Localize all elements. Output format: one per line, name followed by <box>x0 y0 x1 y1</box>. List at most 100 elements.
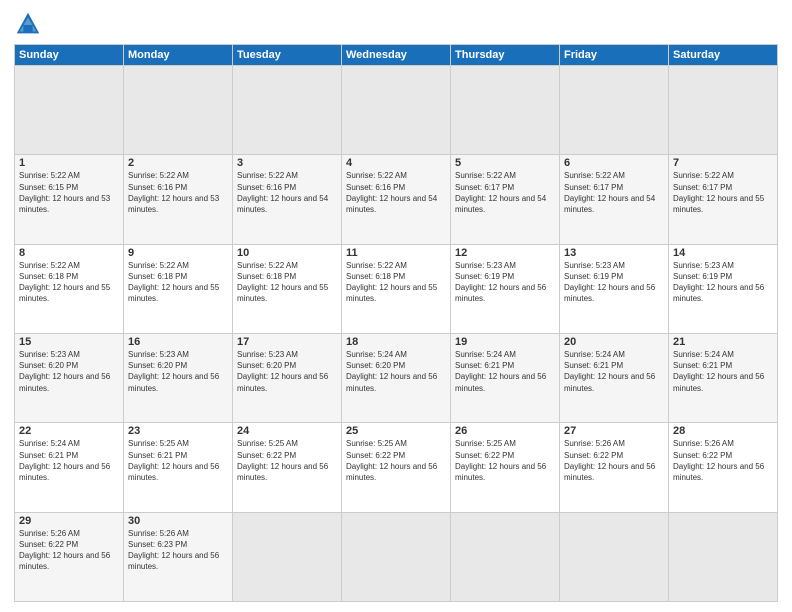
column-header-wednesday: Wednesday <box>342 45 451 66</box>
day-info: Sunrise: 5:24 AMSunset: 6:21 PMDaylight:… <box>673 350 764 393</box>
day-info: Sunrise: 5:26 AMSunset: 6:22 PMDaylight:… <box>564 439 655 482</box>
calendar-cell <box>342 66 451 155</box>
calendar-cell: 24 Sunrise: 5:25 AMSunset: 6:22 PMDaylig… <box>233 423 342 512</box>
calendar-cell: 8 Sunrise: 5:22 AMSunset: 6:18 PMDayligh… <box>15 244 124 333</box>
calendar-week-row <box>15 66 778 155</box>
day-info: Sunrise: 5:22 AMSunset: 6:17 PMDaylight:… <box>455 171 546 214</box>
calendar-week-row: 29 Sunrise: 5:26 AMSunset: 6:22 PMDaylig… <box>15 512 778 601</box>
day-info: Sunrise: 5:23 AMSunset: 6:19 PMDaylight:… <box>455 261 546 304</box>
calendar-cell: 23 Sunrise: 5:25 AMSunset: 6:21 PMDaylig… <box>124 423 233 512</box>
calendar-week-row: 15 Sunrise: 5:23 AMSunset: 6:20 PMDaylig… <box>15 333 778 422</box>
calendar-cell: 20 Sunrise: 5:24 AMSunset: 6:21 PMDaylig… <box>560 333 669 422</box>
calendar-week-row: 1 Sunrise: 5:22 AMSunset: 6:15 PMDayligh… <box>15 155 778 244</box>
day-number: 15 <box>19 336 119 348</box>
day-info: Sunrise: 5:23 AMSunset: 6:20 PMDaylight:… <box>128 350 219 393</box>
day-number: 8 <box>19 247 119 259</box>
calendar-cell <box>342 512 451 601</box>
day-number: 3 <box>237 157 337 169</box>
calendar-cell <box>451 66 560 155</box>
day-info: Sunrise: 5:23 AMSunset: 6:20 PMDaylight:… <box>237 350 328 393</box>
day-number: 20 <box>564 336 664 348</box>
column-header-monday: Monday <box>124 45 233 66</box>
day-number: 5 <box>455 157 555 169</box>
day-number: 13 <box>564 247 664 259</box>
day-info: Sunrise: 5:25 AMSunset: 6:22 PMDaylight:… <box>455 439 546 482</box>
calendar-cell <box>233 66 342 155</box>
day-info: Sunrise: 5:23 AMSunset: 6:19 PMDaylight:… <box>673 261 764 304</box>
day-number: 14 <box>673 247 773 259</box>
day-info: Sunrise: 5:26 AMSunset: 6:22 PMDaylight:… <box>19 529 110 572</box>
day-info: Sunrise: 5:22 AMSunset: 6:18 PMDaylight:… <box>237 261 328 304</box>
day-info: Sunrise: 5:22 AMSunset: 6:18 PMDaylight:… <box>128 261 219 304</box>
day-number: 16 <box>128 336 228 348</box>
day-number: 27 <box>564 425 664 437</box>
day-number: 21 <box>673 336 773 348</box>
calendar-cell: 16 Sunrise: 5:23 AMSunset: 6:20 PMDaylig… <box>124 333 233 422</box>
day-number: 19 <box>455 336 555 348</box>
calendar-cell: 13 Sunrise: 5:23 AMSunset: 6:19 PMDaylig… <box>560 244 669 333</box>
calendar-cell <box>669 512 778 601</box>
calendar-week-row: 22 Sunrise: 5:24 AMSunset: 6:21 PMDaylig… <box>15 423 778 512</box>
day-info: Sunrise: 5:24 AMSunset: 6:21 PMDaylight:… <box>455 350 546 393</box>
day-number: 10 <box>237 247 337 259</box>
calendar-cell: 25 Sunrise: 5:25 AMSunset: 6:22 PMDaylig… <box>342 423 451 512</box>
calendar-cell: 28 Sunrise: 5:26 AMSunset: 6:22 PMDaylig… <box>669 423 778 512</box>
calendar-cell: 30 Sunrise: 5:26 AMSunset: 6:23 PMDaylig… <box>124 512 233 601</box>
logo <box>14 10 46 38</box>
day-info: Sunrise: 5:23 AMSunset: 6:19 PMDaylight:… <box>564 261 655 304</box>
calendar-cell: 14 Sunrise: 5:23 AMSunset: 6:19 PMDaylig… <box>669 244 778 333</box>
calendar-cell <box>669 66 778 155</box>
column-header-thursday: Thursday <box>451 45 560 66</box>
calendar-header-row: SundayMondayTuesdayWednesdayThursdayFrid… <box>15 45 778 66</box>
day-info: Sunrise: 5:22 AMSunset: 6:18 PMDaylight:… <box>346 261 437 304</box>
calendar-cell: 15 Sunrise: 5:23 AMSunset: 6:20 PMDaylig… <box>15 333 124 422</box>
calendar-cell: 21 Sunrise: 5:24 AMSunset: 6:21 PMDaylig… <box>669 333 778 422</box>
calendar-cell: 7 Sunrise: 5:22 AMSunset: 6:17 PMDayligh… <box>669 155 778 244</box>
calendar-cell: 5 Sunrise: 5:22 AMSunset: 6:17 PMDayligh… <box>451 155 560 244</box>
day-number: 1 <box>19 157 119 169</box>
day-info: Sunrise: 5:22 AMSunset: 6:16 PMDaylight:… <box>237 171 328 214</box>
day-info: Sunrise: 5:22 AMSunset: 6:16 PMDaylight:… <box>346 171 437 214</box>
column-header-friday: Friday <box>560 45 669 66</box>
day-number: 7 <box>673 157 773 169</box>
day-number: 11 <box>346 247 446 259</box>
day-number: 28 <box>673 425 773 437</box>
day-info: Sunrise: 5:25 AMSunset: 6:22 PMDaylight:… <box>346 439 437 482</box>
calendar-cell: 4 Sunrise: 5:22 AMSunset: 6:16 PMDayligh… <box>342 155 451 244</box>
day-info: Sunrise: 5:23 AMSunset: 6:20 PMDaylight:… <box>19 350 110 393</box>
calendar-cell: 2 Sunrise: 5:22 AMSunset: 6:16 PMDayligh… <box>124 155 233 244</box>
day-info: Sunrise: 5:22 AMSunset: 6:18 PMDaylight:… <box>19 261 110 304</box>
day-info: Sunrise: 5:22 AMSunset: 6:17 PMDaylight:… <box>673 171 764 214</box>
day-info: Sunrise: 5:26 AMSunset: 6:22 PMDaylight:… <box>673 439 764 482</box>
calendar-table: SundayMondayTuesdayWednesdayThursdayFrid… <box>14 44 778 602</box>
calendar-cell: 11 Sunrise: 5:22 AMSunset: 6:18 PMDaylig… <box>342 244 451 333</box>
day-info: Sunrise: 5:24 AMSunset: 6:21 PMDaylight:… <box>564 350 655 393</box>
day-info: Sunrise: 5:24 AMSunset: 6:21 PMDaylight:… <box>19 439 110 482</box>
column-header-saturday: Saturday <box>669 45 778 66</box>
day-info: Sunrise: 5:26 AMSunset: 6:23 PMDaylight:… <box>128 529 219 572</box>
day-info: Sunrise: 5:22 AMSunset: 6:17 PMDaylight:… <box>564 171 655 214</box>
day-number: 25 <box>346 425 446 437</box>
calendar-cell: 26 Sunrise: 5:25 AMSunset: 6:22 PMDaylig… <box>451 423 560 512</box>
calendar-cell <box>560 512 669 601</box>
day-number: 2 <box>128 157 228 169</box>
calendar-cell: 9 Sunrise: 5:22 AMSunset: 6:18 PMDayligh… <box>124 244 233 333</box>
calendar-cell: 12 Sunrise: 5:23 AMSunset: 6:19 PMDaylig… <box>451 244 560 333</box>
column-header-tuesday: Tuesday <box>233 45 342 66</box>
day-number: 12 <box>455 247 555 259</box>
calendar-cell: 6 Sunrise: 5:22 AMSunset: 6:17 PMDayligh… <box>560 155 669 244</box>
day-number: 23 <box>128 425 228 437</box>
day-number: 30 <box>128 515 228 527</box>
calendar-cell <box>233 512 342 601</box>
calendar-cell: 3 Sunrise: 5:22 AMSunset: 6:16 PMDayligh… <box>233 155 342 244</box>
logo-icon <box>14 10 42 38</box>
day-info: Sunrise: 5:25 AMSunset: 6:21 PMDaylight:… <box>128 439 219 482</box>
calendar-cell <box>560 66 669 155</box>
calendar-cell: 1 Sunrise: 5:22 AMSunset: 6:15 PMDayligh… <box>15 155 124 244</box>
header <box>14 10 778 38</box>
calendar-cell: 18 Sunrise: 5:24 AMSunset: 6:20 PMDaylig… <box>342 333 451 422</box>
day-number: 18 <box>346 336 446 348</box>
page: SundayMondayTuesdayWednesdayThursdayFrid… <box>0 0 792 612</box>
calendar-cell <box>124 66 233 155</box>
day-info: Sunrise: 5:24 AMSunset: 6:20 PMDaylight:… <box>346 350 437 393</box>
